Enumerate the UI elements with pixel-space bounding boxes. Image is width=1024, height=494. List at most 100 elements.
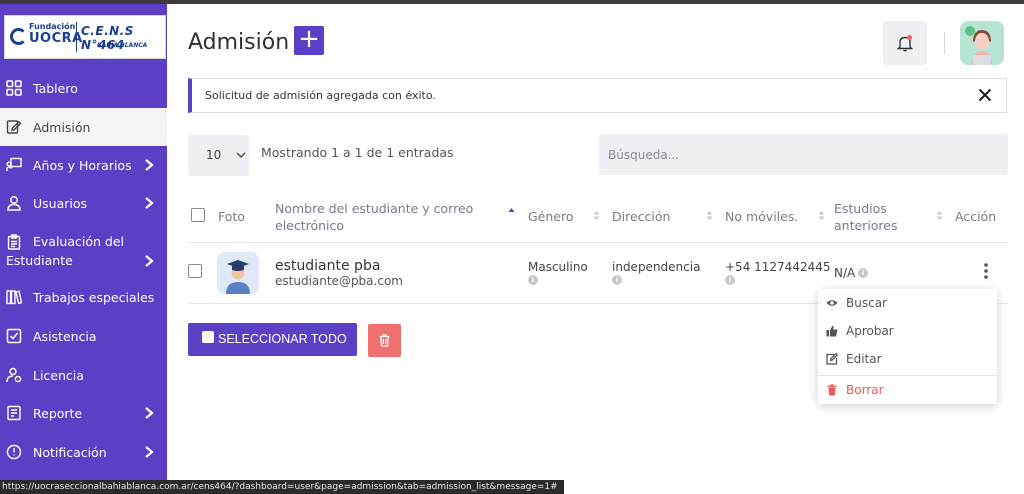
main-content: Admisión + Solicitud de admisión agregad…	[167, 4, 1024, 482]
chevron-right-icon	[145, 255, 154, 267]
info-icon[interactable]: i	[528, 275, 538, 285]
sidebar-item-label: Evaluación del	[33, 234, 124, 249]
bulk-delete-button[interactable]	[368, 324, 401, 357]
student-address: independencia	[612, 260, 701, 274]
dropdown-item-aprobar[interactable]: Aprobar	[818, 317, 997, 345]
trash-icon	[827, 384, 837, 396]
chevron-right-icon	[145, 407, 154, 419]
sidebar-item-usuarios[interactable]: Usuarios	[0, 184, 167, 222]
add-admission-button[interactable]: +	[294, 26, 324, 55]
chevron-right-icon	[145, 159, 154, 171]
logo-fundacion-text: Fundación	[29, 22, 76, 31]
sidebar-item-label: Reporte	[33, 406, 83, 421]
alert-message: Solicitud de admisión agregada con éxito…	[205, 89, 436, 102]
success-alert: Solicitud de admisión agregada con éxito…	[188, 78, 1007, 113]
books-icon	[6, 290, 22, 305]
user-icon	[7, 196, 21, 211]
column-header-gender[interactable]: Género	[528, 208, 574, 225]
avatar-illustration-icon	[965, 26, 992, 65]
info-icon[interactable]: i	[858, 268, 868, 278]
chevron-right-icon	[145, 446, 154, 458]
sidebar-item-trabajos[interactable]: Trabajos especiales	[0, 278, 167, 316]
logo-divider	[76, 22, 77, 52]
graduate-avatar-icon	[226, 260, 250, 294]
dropdown-item-label: Editar	[846, 352, 882, 366]
sort-icon[interactable]	[706, 210, 713, 221]
table-info: Mostrando 1 a 1 de 1 entradas	[261, 145, 454, 160]
column-header-name-line2[interactable]: electrónico	[275, 217, 344, 234]
sidebar-item-label: Usuarios	[33, 196, 88, 211]
sort-asc-icon[interactable]	[508, 207, 515, 218]
presentation-icon	[6, 157, 22, 171]
school-logo[interactable]: Fundación UOCRA C.E.N.S N°464 BAHÍA BLAN…	[4, 15, 166, 59]
student-photo	[217, 252, 259, 294]
search-input[interactable]	[599, 134, 1008, 175]
sidebar-item-label: Asistencia	[33, 329, 97, 344]
dropdown-item-editar[interactable]: Editar	[818, 345, 997, 373]
sort-icon[interactable]	[818, 210, 825, 221]
sidebar-item-anos-horarios[interactable]: Años y Horarios	[0, 146, 167, 184]
column-header-name[interactable]: Nombre del estudiante y correo	[275, 200, 473, 217]
student-mobile: +54 1127442445	[725, 260, 831, 274]
sidebar-item-reporte[interactable]: Reporte	[0, 394, 167, 432]
row-actions-kebab-icon[interactable]	[980, 262, 992, 284]
chevron-right-icon	[145, 197, 154, 209]
sidebar-item-label: Licencia	[33, 368, 84, 383]
student-gender: Masculino	[528, 260, 588, 274]
column-header-previous-studies-line2[interactable]: anteriores	[834, 217, 898, 234]
clipboard-icon	[7, 234, 21, 250]
column-header-photo[interactable]: Foto	[218, 208, 245, 225]
student-email: estudiante@pba.com	[275, 274, 403, 288]
sidebar-item-label: Notificación	[33, 445, 107, 460]
sidebar-item-tablero[interactable]: Tablero	[0, 68, 167, 108]
sidebar-item-evaluacion[interactable]: Evaluación del Estudiante	[0, 222, 167, 278]
dropdown-item-borrar[interactable]: Borrar	[818, 376, 997, 404]
info-icon[interactable]: i	[612, 275, 622, 285]
column-header-mobile[interactable]: No móviles.	[725, 208, 798, 225]
dropdown-item-label: Borrar	[846, 383, 884, 397]
check-square-icon	[6, 328, 22, 344]
sidebar: Fundación UOCRA C.E.N.S N°464 BAHÍA BLAN…	[0, 4, 167, 494]
row-select-checkbox[interactable]	[188, 264, 202, 278]
user-license-icon	[6, 367, 22, 383]
table-header-divider	[188, 242, 1008, 243]
page-length-select[interactable]: 10	[188, 135, 249, 176]
user-avatar[interactable]	[960, 21, 1004, 65]
notification-icon	[6, 444, 22, 460]
sidebar-item-label: Trabajos especiales	[33, 290, 155, 305]
dropdown-item-label: Buscar	[846, 296, 887, 310]
column-header-address[interactable]: Dirección	[612, 208, 670, 225]
sidebar-item-licencia[interactable]: Licencia	[0, 356, 167, 394]
thumbs-up-icon	[826, 325, 838, 337]
sidebar-item-notificacion[interactable]: Notificación	[0, 432, 167, 472]
sidebar-item-label: Admisión	[33, 120, 91, 135]
info-icon[interactable]: i	[725, 275, 735, 285]
notifications-button[interactable]	[883, 21, 927, 65]
report-icon	[7, 405, 21, 421]
dashboard-icon	[6, 80, 22, 96]
sort-icon[interactable]	[936, 210, 943, 221]
student-name: estudiante pba	[275, 258, 381, 274]
select-all-button[interactable]: SELECCIONAR TODO	[188, 323, 357, 356]
logo-bahia-text: BAHÍA BLANCA	[97, 42, 148, 49]
sidebar-item-label: Años y Horarios	[33, 158, 132, 173]
select-all-rows-checkbox[interactable]	[191, 208, 205, 222]
chevron-down-icon	[236, 152, 246, 159]
sidebar-item-asistencia[interactable]: Asistencia	[0, 316, 167, 356]
bell-icon	[897, 35, 913, 52]
header-divider	[944, 32, 945, 54]
trash-icon	[379, 334, 390, 347]
edit-document-icon	[6, 120, 22, 134]
eye-icon	[826, 300, 838, 306]
uocra-logo-icon	[10, 28, 27, 45]
page-title: Admisión	[188, 30, 290, 55]
edit-icon	[826, 353, 838, 365]
dropdown-item-buscar[interactable]: Buscar	[818, 289, 997, 317]
column-header-action: Acción	[955, 209, 997, 224]
column-header-previous-studies[interactable]: Estudios	[834, 200, 887, 217]
sidebar-item-admision[interactable]: Admisión	[0, 108, 167, 146]
dropdown-item-label: Aprobar	[846, 324, 894, 338]
browser-status-url: https://uocraseccionalbahiablanca.com.ar…	[0, 480, 564, 494]
sort-icon[interactable]	[593, 210, 600, 221]
close-icon[interactable]	[976, 86, 994, 104]
